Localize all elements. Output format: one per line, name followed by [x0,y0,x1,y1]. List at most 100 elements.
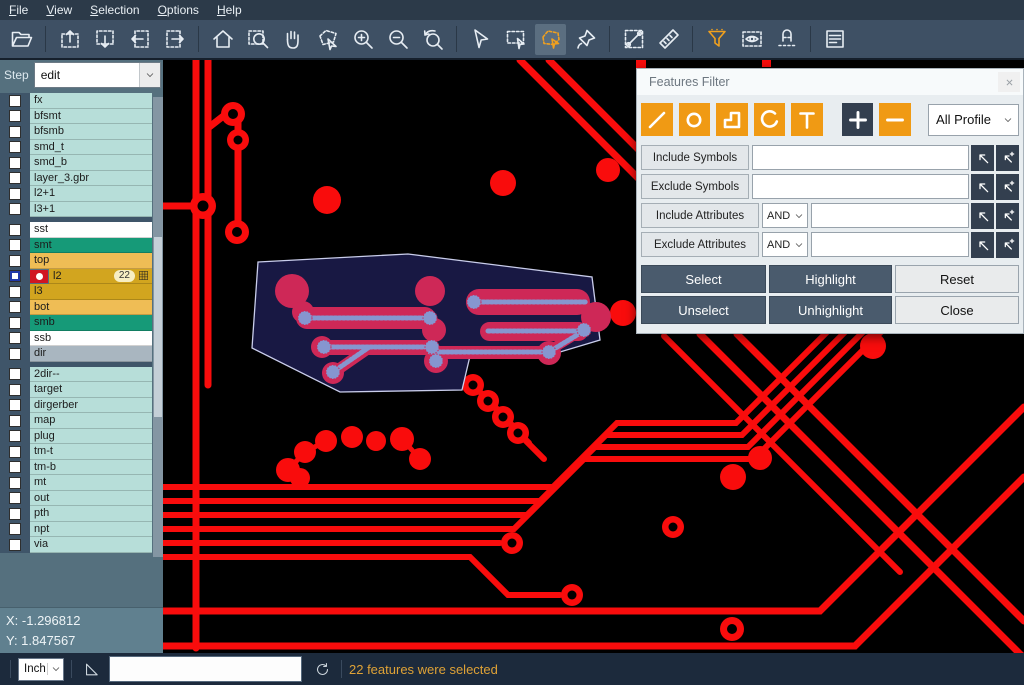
profile-select[interactable]: All Profile [928,104,1019,136]
layer-name-bar[interactable]: smd_b [30,155,152,171]
scrollbar-thumb[interactable] [154,237,162,417]
layer-row-pth[interactable]: pth [0,506,163,522]
open-folder-button[interactable] [6,24,37,55]
angle-measure-button[interactable] [79,657,103,681]
menu-item-view[interactable]: View [37,0,81,20]
select-from-graphic-button[interactable] [971,203,994,229]
include-attributes-label-button[interactable]: Include Attributes [641,203,759,228]
layer-checkbox[interactable] [9,126,21,138]
layer-row-ssb[interactable]: ssb [0,331,163,347]
layer-name-bar[interactable]: out [30,491,152,507]
layer-name-bar[interactable]: npt [30,522,152,538]
layer-name-bar[interactable]: fx [30,93,152,109]
exclude-symbols-label-button[interactable]: Exclude Symbols [641,174,749,199]
layer-checkbox[interactable] [9,203,21,215]
layer-name-bar[interactable]: l2+1 [30,186,152,202]
menu-item-selection[interactable]: Selection [81,0,148,20]
remove-filter-button[interactable] [879,103,911,136]
layer-name-bar[interactable]: smt [30,238,152,254]
layer-checkbox[interactable] [9,384,21,396]
layer-name-bar[interactable]: pth [30,506,152,522]
layer-name-bar[interactable]: bfsmb [30,124,152,140]
layer-name-bar[interactable]: l3+1 [30,202,152,218]
layer-row-tm-t[interactable]: tm-t [0,444,163,460]
layer-row-smb[interactable]: smb [0,315,163,331]
units-select[interactable]: Inch [18,658,64,681]
line-feature-button[interactable] [641,103,673,136]
include-attributes-operator-select[interactable]: AND [762,203,808,228]
add-filter-button[interactable] [842,103,874,136]
layer-checkbox[interactable] [9,188,21,200]
zoom-out-button[interactable] [382,24,413,55]
add-from-graphic-button[interactable] [996,145,1019,171]
layer-row-target[interactable]: target [0,382,163,398]
layer-name-bar[interactable]: dirgerber [30,398,152,414]
layer-name-bar[interactable]: plug [30,429,152,445]
layer-checkbox[interactable] [9,446,21,458]
dialog-close-button[interactable] [998,72,1020,92]
close-button[interactable]: Close [895,296,1019,324]
arc-feature-button[interactable] [754,103,786,136]
layer-name-bar[interactable]: mt [30,475,152,491]
layer-checkbox[interactable] [9,539,21,551]
layer-row-2dir--[interactable]: 2dir-- [0,367,163,383]
layer-checkbox[interactable] [9,492,21,504]
layer-name-bar[interactable]: bfsmt [30,109,152,125]
layer-checkbox[interactable] [9,399,21,411]
layer-checkbox[interactable] [9,430,21,442]
layer-list-scrollbar[interactable] [153,97,163,557]
include-attributes-field[interactable] [811,203,969,228]
select-from-graphic-button[interactable] [971,232,994,258]
home-view-button[interactable] [207,24,238,55]
layer-name-bar[interactable]: map [30,413,152,429]
layer-checkbox[interactable] [9,239,21,251]
layer-row-l2[interactable]: l222 [0,269,163,285]
dialog-title-bar[interactable]: Features Filter [637,69,1023,95]
select-from-graphic-button[interactable] [971,145,994,171]
layer-checkbox[interactable] [9,301,21,313]
layer-row-l2+1[interactable]: l2+1 [0,186,163,202]
layer-checkbox[interactable] [9,255,21,267]
layer-row-bot[interactable]: bot [0,300,163,316]
layer-checkbox[interactable] [9,157,21,169]
add-from-graphic-button[interactable] [996,203,1019,229]
layer-checkbox[interactable] [9,461,21,473]
measure-ruler-button[interactable] [653,24,684,55]
menu-item-file[interactable]: File [0,0,37,20]
layer-row-plug[interactable]: plug [0,429,163,445]
add-from-graphic-button[interactable] [996,174,1019,200]
command-input[interactable] [109,656,302,682]
layer-checkbox[interactable] [9,224,21,236]
select-polygon-button[interactable] [535,24,566,55]
layer-name-bar[interactable]: dir [30,346,152,362]
select-rectangle-button[interactable] [500,24,531,55]
layer-name-bar[interactable]: sst [30,222,152,238]
select-arrow-button[interactable] [465,24,496,55]
layer-row-mt[interactable]: mt [0,475,163,491]
unselect-button[interactable]: Unselect [641,296,766,324]
layer-checkbox[interactable] [9,332,21,344]
pan-down-button[interactable] [89,24,120,55]
layers-panel-button[interactable] [819,24,850,55]
zoom-in-button[interactable] [347,24,378,55]
layer-checkbox[interactable] [9,141,21,153]
layer-row-tm-b[interactable]: tm-b [0,460,163,476]
pad-feature-button[interactable] [679,103,711,136]
layer-checkbox[interactable] [9,348,21,360]
layer-name-bar[interactable]: via [30,537,152,553]
layer-row-smd_t[interactable]: smd_t [0,140,163,156]
layer-row-bfsmt[interactable]: bfsmt [0,109,163,125]
layer-row-dir[interactable]: dir [0,346,163,362]
layer-row-sst[interactable]: sst [0,222,163,238]
layer-name-bar[interactable]: smd_t [30,140,152,156]
menu-item-options[interactable]: Options [149,0,208,20]
layer-checkbox[interactable] [9,270,21,282]
layer-name-bar[interactable]: top [30,253,152,269]
layer-row-npt[interactable]: npt [0,522,163,538]
pan-hand-button[interactable] [277,24,308,55]
layer-name-bar[interactable]: bot [30,300,152,316]
include-symbols-field[interactable] [752,145,969,170]
step-select[interactable]: edit [34,62,161,88]
layer-row-l3[interactable]: l3 [0,284,163,300]
show-features-button[interactable] [736,24,767,55]
